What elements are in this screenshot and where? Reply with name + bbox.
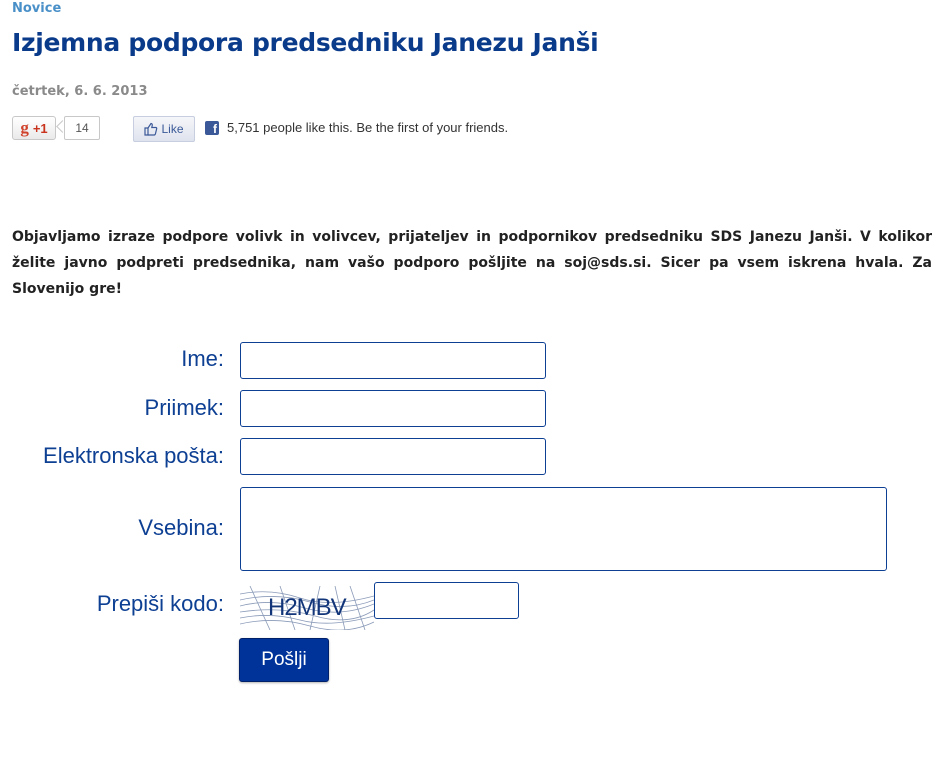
google-plus-icon: g bbox=[20, 118, 29, 137]
article-date: četrtek, 6. 6. 2013 bbox=[12, 84, 148, 99]
google-plus-button[interactable]: g +1 bbox=[12, 116, 56, 140]
surname-label: Priimek: bbox=[144, 395, 224, 420]
submit-button[interactable]: Pošlji bbox=[239, 638, 329, 682]
google-plus-count: 14 bbox=[64, 116, 100, 140]
facebook-icon: f bbox=[205, 121, 219, 135]
email-input[interactable] bbox=[240, 438, 546, 475]
content-label: Vsebina: bbox=[138, 515, 224, 540]
captcha-image: H2MBV bbox=[240, 586, 374, 630]
captcha-code: H2MBV bbox=[268, 594, 347, 621]
facebook-like-label: Like bbox=[161, 122, 184, 136]
email-label: Elektronska pošta: bbox=[43, 443, 224, 468]
content-textarea[interactable] bbox=[240, 487, 887, 571]
name-input[interactable] bbox=[240, 342, 546, 379]
captcha-label: Prepiši kodo: bbox=[96, 591, 224, 616]
thumbs-up-icon bbox=[144, 122, 158, 136]
surname-input[interactable] bbox=[240, 390, 546, 427]
name-label: Ime: bbox=[181, 346, 224, 371]
facebook-like-count-text: 5,751 people like this. Be the first of … bbox=[227, 120, 509, 135]
article-title: Izjemna podpora predsedniku Janezu Janši bbox=[12, 28, 599, 57]
social-bar: g +1 14 Like f 5,751 people like this. B… bbox=[12, 116, 712, 142]
category-link[interactable]: Novice bbox=[12, 1, 61, 16]
captcha-input[interactable] bbox=[374, 582, 519, 619]
google-plus-label: +1 bbox=[32, 120, 48, 136]
article-intro: Objavljamo izraze podpore volivk in voli… bbox=[12, 229, 932, 297]
facebook-like-button[interactable]: Like bbox=[133, 116, 195, 142]
